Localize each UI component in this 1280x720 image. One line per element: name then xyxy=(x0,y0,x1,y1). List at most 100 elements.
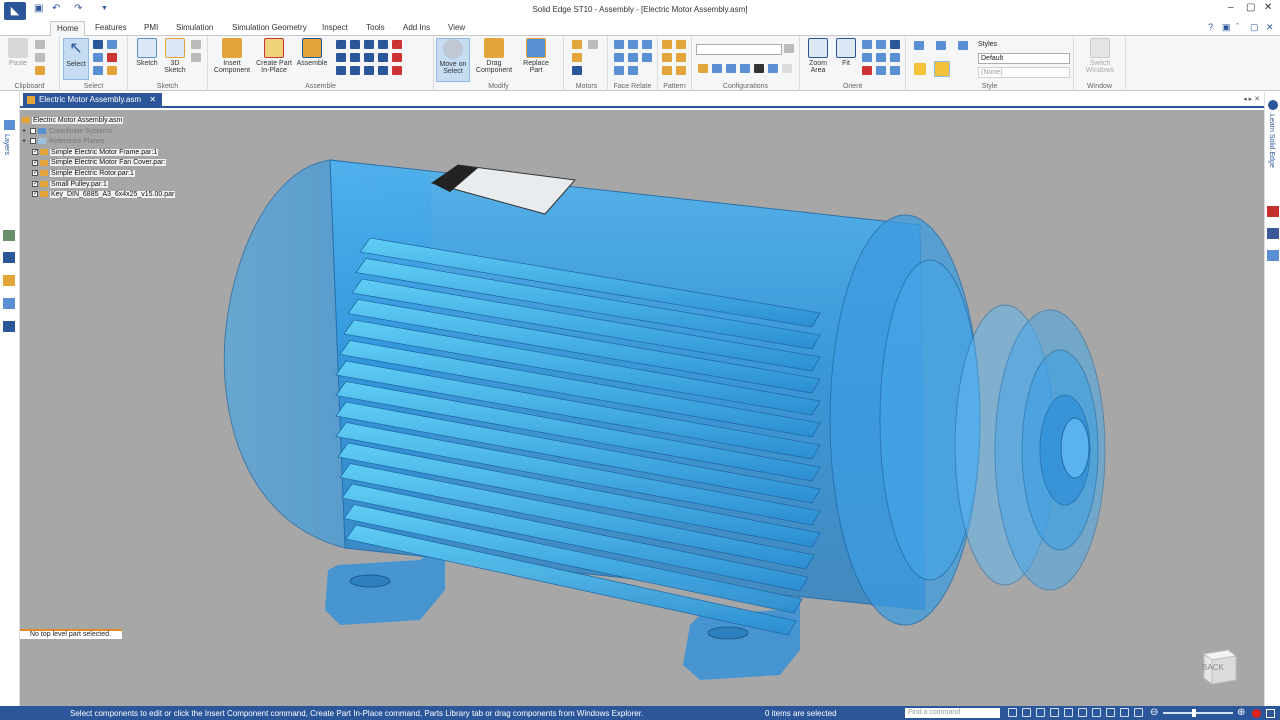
facebook-icon[interactable] xyxy=(1267,228,1279,239)
pathfinder-icon[interactable] xyxy=(4,120,15,130)
visibility-checkbox[interactable]: ✓ xyxy=(32,180,38,187)
fit-button[interactable]: Fit xyxy=(834,38,858,67)
doc-restore-icon[interactable]: ▢ xyxy=(1250,22,1259,33)
relation-icon[interactable] xyxy=(336,40,346,49)
face-relate-icon[interactable] xyxy=(628,40,638,49)
render-icon[interactable] xyxy=(1120,708,1129,717)
pattern-icon[interactable] xyxy=(662,53,672,62)
motor-icon[interactable] xyxy=(572,53,582,62)
view-icon[interactable] xyxy=(876,66,886,75)
help-panel-icon[interactable] xyxy=(3,252,15,263)
move-on-select-button[interactable]: Move on Select xyxy=(436,38,470,82)
record-icon[interactable] xyxy=(1252,709,1261,718)
face-relate-icon[interactable] xyxy=(614,53,624,62)
view-cube[interactable]: BACK xyxy=(1198,646,1238,686)
tab-features[interactable]: Features xyxy=(95,23,127,32)
zoom-area-icon[interactable] xyxy=(1008,708,1017,717)
zoom-in-icon[interactable]: ⊕ xyxy=(1237,707,1245,718)
motor-assembly-model[interactable] xyxy=(20,110,1264,706)
ribbon-minimize-icon[interactable]: ˆ xyxy=(1236,22,1239,32)
relation-icon[interactable] xyxy=(378,40,388,49)
select-body-icon[interactable] xyxy=(93,66,103,75)
community-icon[interactable] xyxy=(1267,250,1279,261)
rotate-icon[interactable] xyxy=(1064,708,1073,717)
configuration-icon[interactable] xyxy=(740,64,750,73)
tree-item[interactable]: ✓ Simple Electric Motor Frame.par:1 xyxy=(22,148,175,159)
select-part-icon[interactable] xyxy=(107,66,117,75)
pattern-icon[interactable] xyxy=(662,40,672,49)
rotate-icon[interactable] xyxy=(862,53,872,62)
configuration-icon[interactable] xyxy=(698,64,708,73)
expand-icon[interactable]: + xyxy=(22,137,30,147)
relation-icon[interactable] xyxy=(336,66,346,75)
sketch-3d-button[interactable]: 3D Sketch xyxy=(162,38,188,74)
visibility-checkbox[interactable] xyxy=(30,138,36,145)
relation-icon[interactable] xyxy=(378,66,388,75)
pan-icon[interactable] xyxy=(1050,708,1059,717)
zoom-icon[interactable] xyxy=(1022,708,1031,717)
expand-icon[interactable]: + xyxy=(22,127,30,137)
visibility-checkbox[interactable]: ✓ xyxy=(32,148,38,155)
relation-icon[interactable] xyxy=(364,53,374,62)
configuration-icon[interactable] xyxy=(784,44,794,53)
zoom-slider-thumb[interactable] xyxy=(1192,709,1196,717)
view-icon[interactable] xyxy=(890,66,900,75)
shaded-icon[interactable] xyxy=(914,63,926,75)
relation-icon[interactable] xyxy=(350,66,360,75)
configuration-icon[interactable] xyxy=(712,64,722,73)
tree-item[interactable]: + Reference Planes xyxy=(22,137,175,148)
tab-simulation-geometry[interactable]: Simulation Geometry xyxy=(232,23,307,32)
style-combo[interactable]: Default xyxy=(978,53,1070,64)
drag-component-button[interactable]: Drag Component xyxy=(472,38,516,74)
relation-icon[interactable] xyxy=(392,53,402,62)
face-relate-icon[interactable] xyxy=(642,40,652,49)
configuration-icon[interactable] xyxy=(754,64,764,73)
find-command-input[interactable]: Find a command xyxy=(905,708,1000,718)
view-icon[interactable] xyxy=(876,53,886,62)
tab-home[interactable]: Home xyxy=(50,21,86,37)
settings-icon[interactable] xyxy=(1134,708,1143,717)
face-relate-icon[interactable] xyxy=(614,40,624,49)
stop-icon[interactable] xyxy=(1266,709,1275,718)
view-icon[interactable] xyxy=(1092,708,1101,717)
layers-icon[interactable] xyxy=(3,298,15,309)
close-tab-icon[interactable]: ✕ xyxy=(149,95,156,104)
select-face-icon[interactable] xyxy=(93,53,103,62)
cut-icon[interactable] xyxy=(35,40,45,49)
insert-component-button[interactable]: Insert Component xyxy=(210,38,254,74)
face-relate-icon[interactable] xyxy=(628,53,638,62)
shaded-edges-icon[interactable] xyxy=(934,61,950,77)
community-icon[interactable]: ▣ xyxy=(1222,22,1231,33)
relation-icon[interactable] xyxy=(392,66,402,75)
relation-icon[interactable] xyxy=(392,40,402,49)
tree-item[interactable]: ✓ Simple Electric Rotor.par:1 xyxy=(22,169,175,180)
restore-icon[interactable]: ▢ xyxy=(1246,2,1255,13)
tree-root[interactable]: Electric Motor Assembly.asm xyxy=(22,116,175,127)
view-icon[interactable] xyxy=(890,53,900,62)
replace-part-button[interactable]: Replace Part xyxy=(518,38,554,74)
visibility-checkbox[interactable]: ✓ xyxy=(32,191,38,198)
configuration-icon[interactable] xyxy=(782,64,792,73)
copy-icon[interactable] xyxy=(35,53,45,62)
relation-icon[interactable] xyxy=(364,66,374,75)
face-relate-icon[interactable] xyxy=(614,66,624,75)
close-icon[interactable]: ✕ xyxy=(1264,2,1272,13)
face-relate-icon[interactable] xyxy=(642,53,652,62)
zoom-out-icon[interactable]: ⊖ xyxy=(1150,707,1158,718)
view-style-icon[interactable] xyxy=(936,41,946,50)
sketch-button[interactable]: Sketch xyxy=(132,38,162,67)
relation-icon[interactable] xyxy=(350,53,360,62)
pattern-icon[interactable] xyxy=(676,40,686,49)
gear-icon[interactable] xyxy=(588,40,598,49)
tab-view[interactable]: View xyxy=(448,23,465,32)
tab-pmi[interactable]: PMI xyxy=(144,23,158,32)
pan-icon[interactable] xyxy=(876,40,886,49)
graphics-viewport[interactable] xyxy=(20,110,1264,706)
tree-item[interactable]: ✓ Small Pulley.par:1 xyxy=(22,180,175,191)
minimize-icon[interactable]: – xyxy=(1228,2,1234,13)
relation-icon[interactable] xyxy=(350,40,360,49)
format-painter-icon[interactable] xyxy=(35,66,45,75)
select-box-icon[interactable] xyxy=(107,40,117,49)
configuration-icon[interactable] xyxy=(768,64,778,73)
visibility-checkbox[interactable]: ✓ xyxy=(32,170,38,177)
